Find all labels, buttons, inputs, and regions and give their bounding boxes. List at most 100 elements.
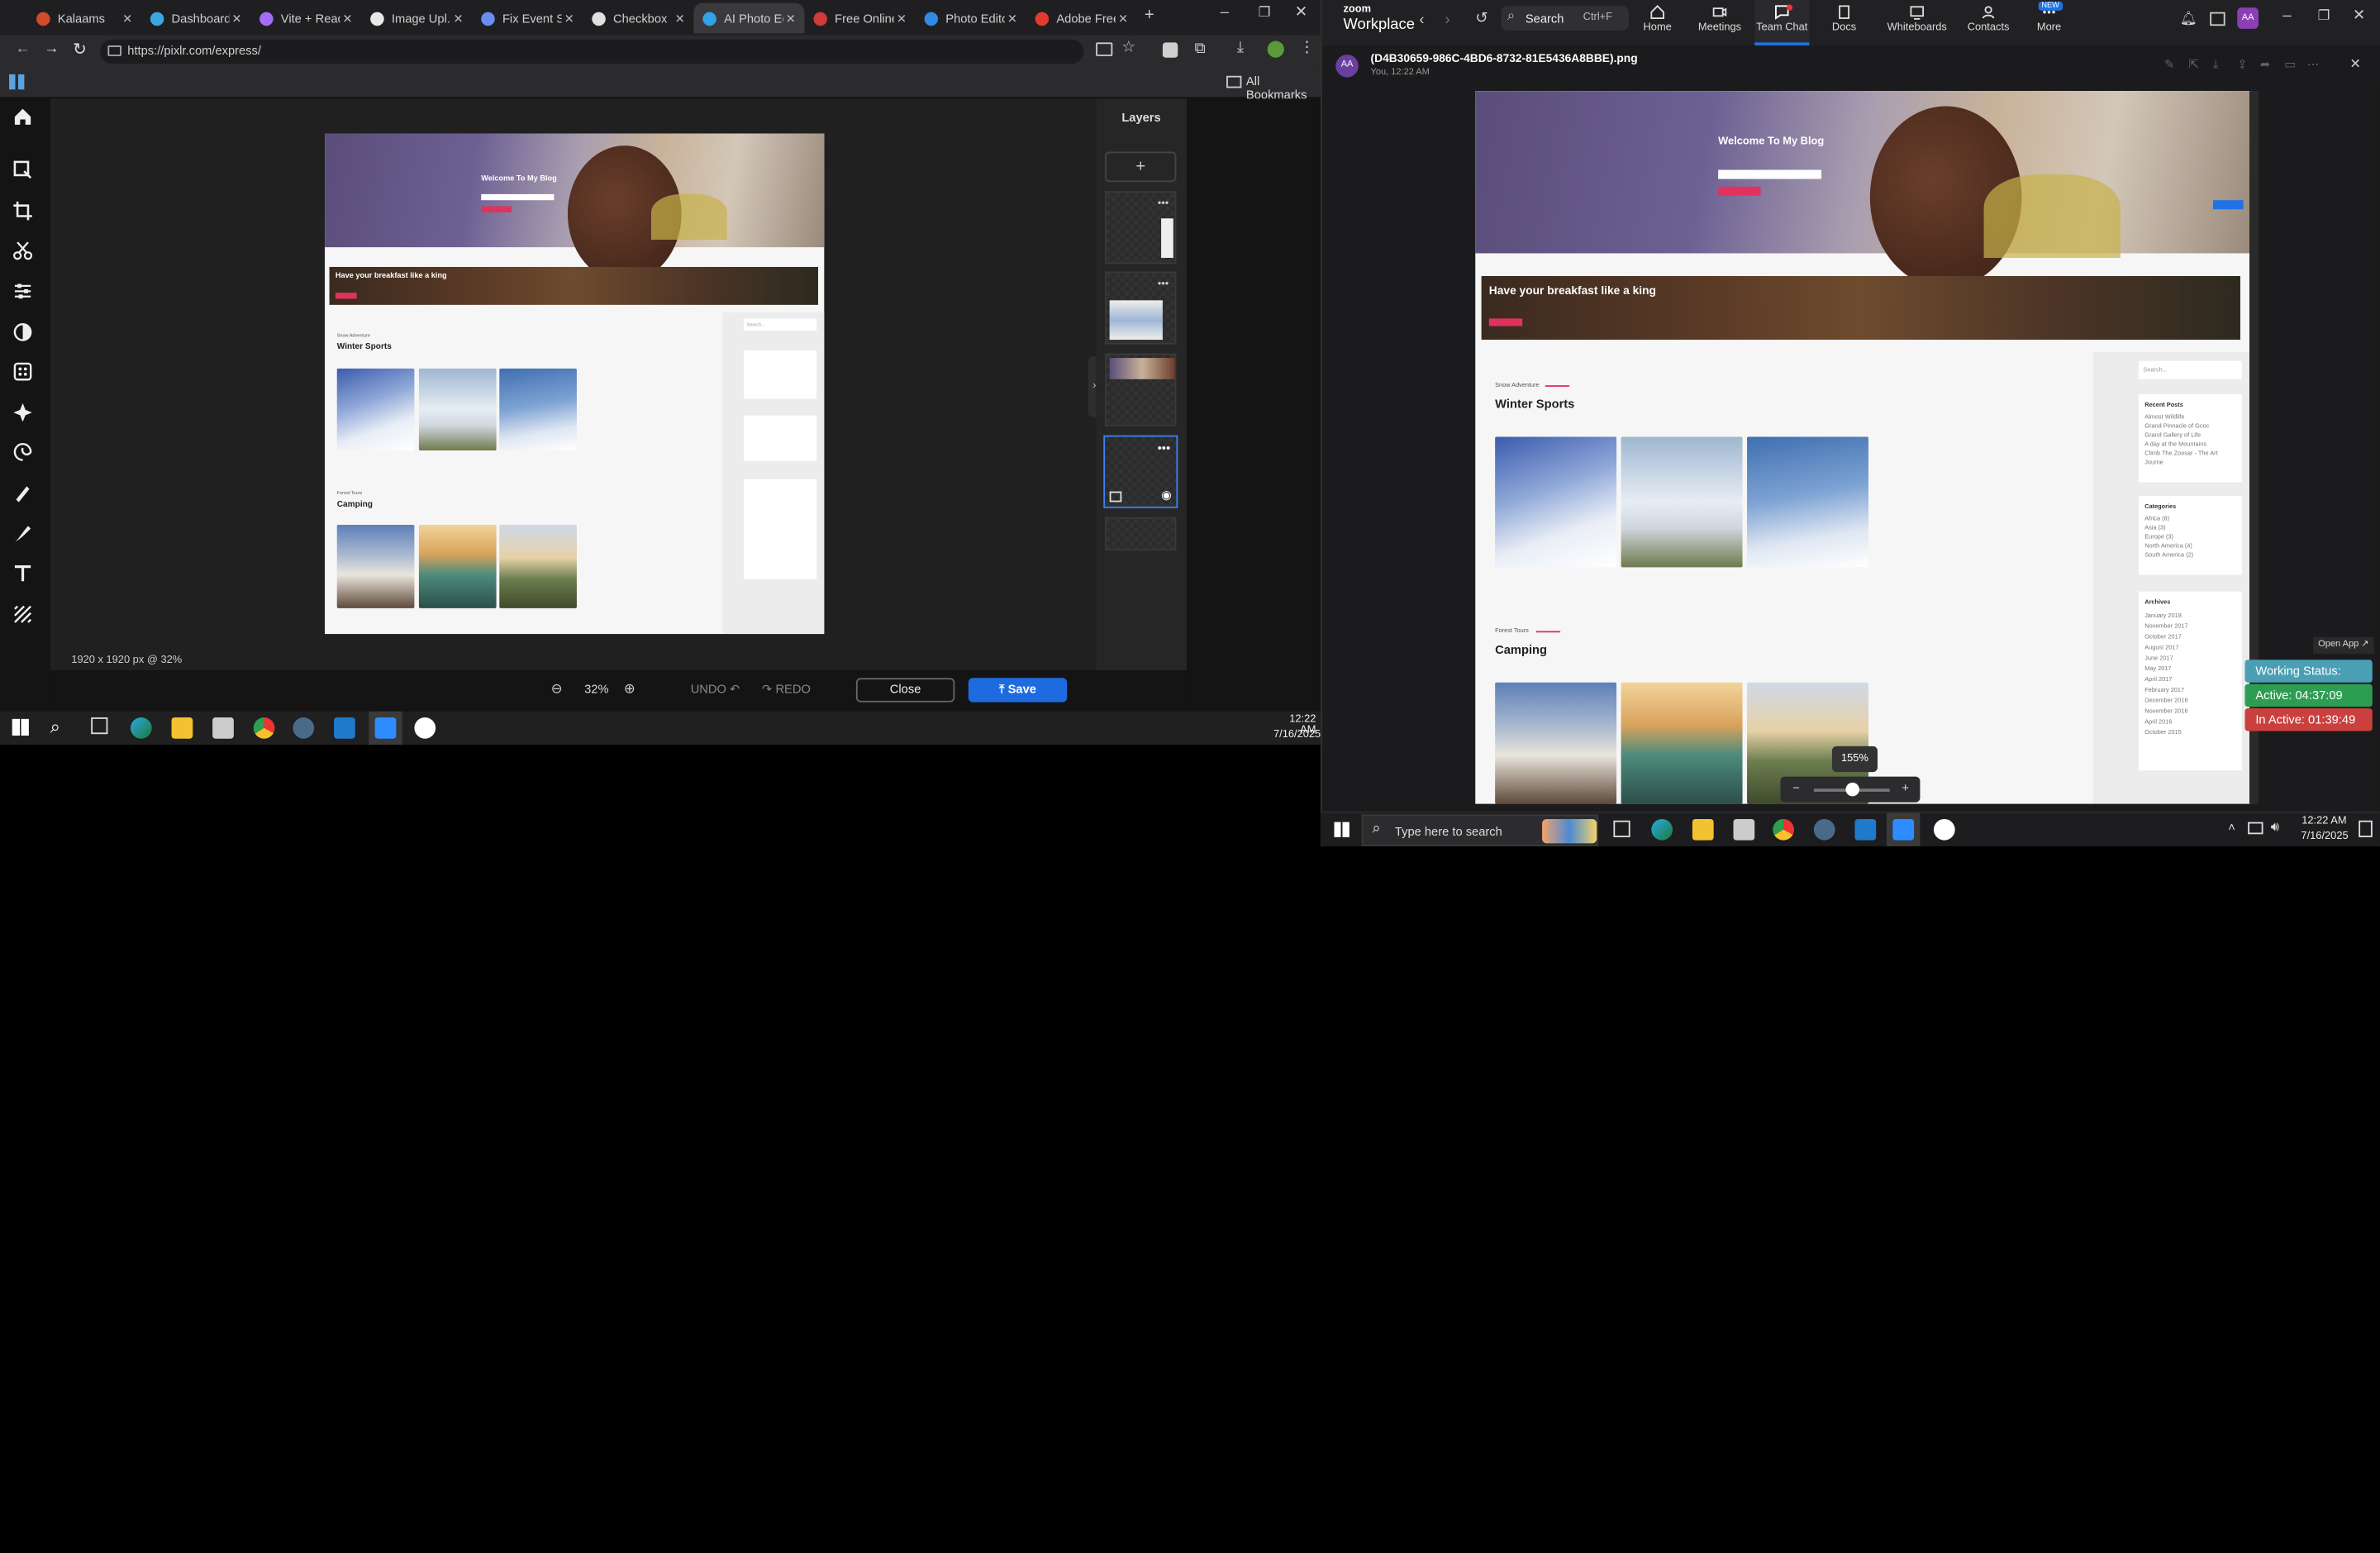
tab-dashboard[interactable]: Dashboard ✕ — [141, 3, 250, 34]
zoom-in-icon[interactable]: ⊕ — [624, 681, 635, 698]
app-icon[interactable] — [414, 717, 436, 739]
store-icon[interactable] — [1733, 818, 1755, 841]
more-icon[interactable]: ••• — [1158, 198, 1169, 209]
site-info-icon[interactable] — [107, 45, 121, 56]
vscode-icon[interactable] — [334, 717, 355, 739]
puzzle-icon[interactable]: ⧉ — [1194, 41, 1205, 58]
user-avatar[interactable]: AA — [2237, 7, 2259, 29]
zoom-out-icon[interactable]: ⊖ — [551, 681, 563, 698]
tab-vite-react[interactable]: Vite + React✕ — [250, 3, 361, 34]
layer-thumb[interactable]: ••• — [1105, 271, 1177, 345]
pattern-icon[interactable] — [12, 603, 36, 627]
tab-free-online[interactable]: Free Online ✕ — [804, 3, 915, 34]
minimize-icon[interactable]: – — [1221, 5, 1229, 21]
arrange-icon[interactable] — [12, 160, 36, 183]
close-icon[interactable]: ✕ — [1116, 12, 1130, 26]
nav-contacts[interactable]: Contacts — [1958, 5, 2018, 34]
close-icon[interactable]: ✕ — [562, 12, 577, 26]
draw-icon[interactable] — [12, 523, 36, 547]
forward-icon[interactable]: → — [44, 41, 59, 58]
vscode-icon[interactable] — [1854, 818, 1877, 841]
notification-icon[interactable] — [2359, 820, 2373, 837]
effect-icon[interactable] — [12, 361, 36, 385]
tab-kalaams[interactable]: Kalaams ✕ — [27, 3, 141, 34]
add-layer-button[interactable]: + — [1105, 151, 1177, 183]
ai-sparkle-icon[interactable] — [12, 402, 36, 426]
share-icon[interactable]: ⇪ — [2237, 58, 2247, 72]
close-icon[interactable]: ✕ — [1005, 12, 1020, 26]
history-icon[interactable]: ↺ — [1475, 11, 1488, 27]
forward-icon[interactable]: › — [1445, 12, 1450, 29]
restore-icon[interactable]: ❐ — [2318, 7, 2330, 24]
cast-icon[interactable] — [1096, 42, 1113, 56]
download-icon[interactable]: ⤓ — [1237, 40, 1244, 56]
close-icon[interactable]: ✕ — [894, 12, 909, 26]
tray-chevron-icon[interactable]: ˄ — [2228, 821, 2235, 835]
new-tab-icon[interactable]: + — [1145, 6, 1154, 24]
bookmark-star-icon[interactable]: ☆ — [1121, 40, 1135, 56]
file-explorer-icon[interactable] — [1692, 818, 1714, 841]
restore-icon[interactable]: ❐ — [1259, 5, 1271, 21]
url-field[interactable]: https://pixlr.com/express/ — [100, 39, 1084, 64]
home-icon[interactable] — [12, 106, 36, 130]
task-view-icon[interactable] — [1613, 820, 1630, 837]
redo-button[interactable]: ↷ REDO — [762, 683, 811, 697]
zoom-taskbar-active[interactable] — [1887, 812, 1921, 846]
taskbar-search[interactable]: ⌕ Type here to search — [1361, 814, 1599, 846]
cutout-icon[interactable] — [12, 240, 36, 264]
forward-icon[interactable]: ➦ — [2260, 58, 2270, 72]
close-window-icon[interactable]: ✕ — [1295, 5, 1307, 21]
network-icon[interactable] — [2248, 822, 2263, 835]
close-icon[interactable]: ✕ — [673, 12, 688, 26]
zoom-level[interactable]: 32% — [584, 683, 608, 697]
tab-ai-photo-editor[interactable]: AI Photo Ed ✕ — [693, 2, 805, 34]
retouch-icon[interactable] — [12, 483, 36, 507]
reload-icon[interactable]: ↻ — [73, 40, 87, 60]
text-icon[interactable] — [12, 563, 36, 587]
more-icon[interactable]: ••• — [1158, 279, 1169, 290]
layer-thumb[interactable]: ••• — [1105, 191, 1177, 264]
app-icon[interactable] — [293, 717, 315, 739]
all-bookmarks[interactable]: All Bookmarks — [1246, 74, 1321, 102]
nav-home[interactable]: Home — [1627, 5, 1687, 34]
nav-meetings[interactable]: Meetings — [1689, 5, 1749, 34]
more-icon[interactable]: ⋯ — [2307, 58, 2320, 72]
close-icon[interactable]: ✕ — [229, 12, 244, 26]
open-app-button[interactable]: Open App ↗ — [2313, 636, 2374, 654]
save-icon[interactable]: ▭ — [2284, 58, 2296, 72]
zoom-slider-thumb[interactable] — [1845, 782, 1859, 797]
close-icon[interactable]: ✕ — [450, 12, 465, 26]
layer-thumb[interactable] — [1105, 353, 1177, 426]
close-viewer-icon[interactable]: ✕ — [2349, 56, 2361, 73]
chrome-icon[interactable] — [1773, 818, 1794, 841]
zoom-in-icon[interactable]: + — [1902, 781, 1909, 795]
close-window-icon[interactable]: ✕ — [2353, 7, 2365, 24]
apps-grid-icon[interactable] — [9, 74, 25, 90]
file-explorer-icon[interactable] — [171, 717, 193, 739]
canvas-image[interactable]: Welcome To My Blog Have your breakfast l… — [325, 133, 825, 635]
nav-docs[interactable]: Docs — [1814, 5, 1874, 34]
edge-icon[interactable] — [130, 717, 152, 739]
close-icon[interactable]: ✕ — [340, 12, 355, 26]
layer-thumb[interactable] — [1105, 517, 1177, 551]
close-button[interactable]: Close — [855, 678, 955, 703]
volume-icon[interactable]: 🔊︎ — [2271, 819, 2279, 836]
save-button[interactable]: ⤒ Save — [968, 678, 1068, 703]
search-icon[interactable]: ⌕ — [50, 716, 60, 739]
app-icon[interactable] — [1813, 818, 1835, 841]
close-icon[interactable]: ✕ — [120, 12, 135, 26]
undo-button[interactable]: UNDO ↶ — [691, 683, 740, 697]
apps-icon[interactable] — [2210, 12, 2225, 26]
zoom-search[interactable]: ⌕ Search Ctrl+F — [1501, 6, 1629, 31]
chrome-icon[interactable] — [253, 717, 275, 739]
store-icon[interactable] — [212, 717, 234, 739]
zoom-out-icon[interactable]: − — [1792, 781, 1800, 795]
edit-icon[interactable]: ✎ — [2164, 58, 2174, 72]
app-icon[interactable] — [1933, 818, 1955, 841]
back-icon[interactable]: ‹ — [1419, 12, 1424, 29]
download-icon[interactable]: ⤓ — [2213, 58, 2219, 73]
tab-adobe-free[interactable]: Adobe Free ✕ — [1026, 3, 1137, 34]
adjust-icon[interactable] — [12, 280, 36, 304]
liquify-icon[interactable] — [12, 441, 36, 465]
windows-start-icon[interactable] — [12, 718, 29, 736]
